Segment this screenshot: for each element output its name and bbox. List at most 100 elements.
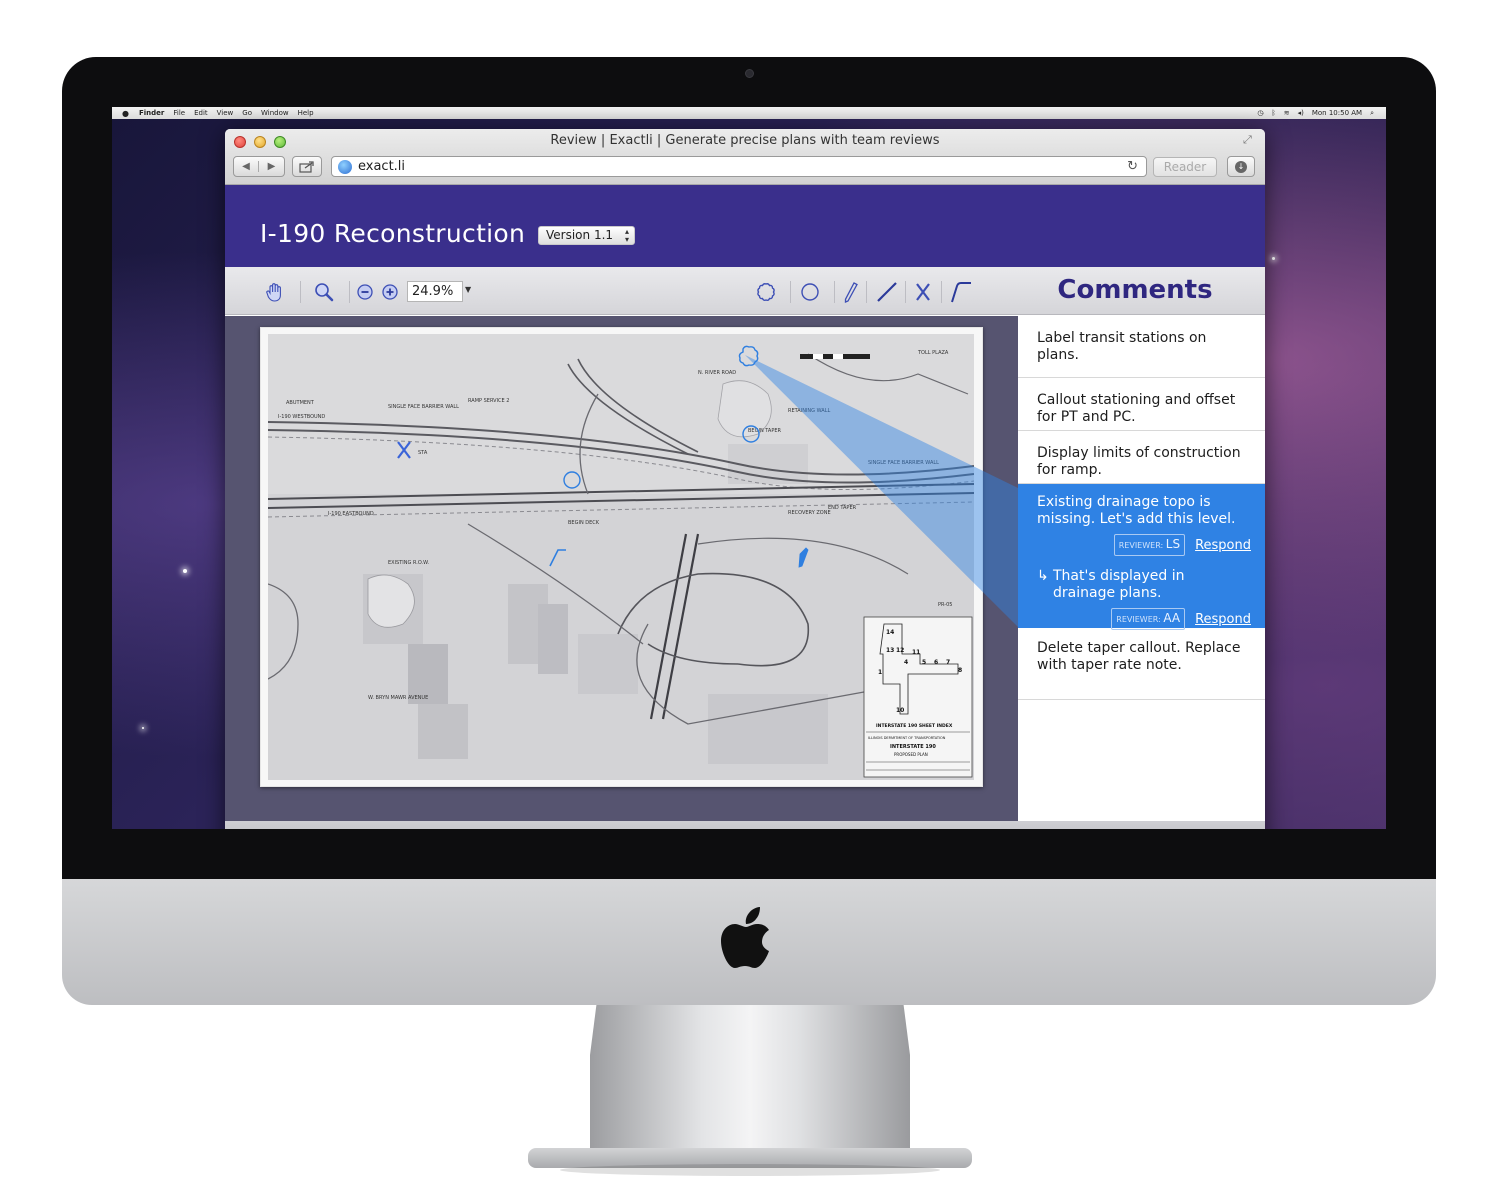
globe-icon (338, 159, 352, 174)
share-button[interactable] (292, 156, 322, 177)
app-header: I-190 Reconstruction Version 1.1 ▴ ▾ (225, 185, 1265, 267)
zoom-in-icon[interactable] (378, 280, 402, 304)
plan-label: I-190 WESTBOUND (278, 414, 325, 420)
reviewer-badge: REVIEWER: LS (1113, 534, 1186, 556)
plan-drawing[interactable]: ABUTMENT SINGLE FACE BARRIER WALL RAMP S… (268, 334, 974, 780)
plan-label: W. BRYN MAWR AVENUE (368, 695, 428, 701)
menubar-item-finder[interactable]: Finder (139, 109, 164, 117)
share-icon (299, 160, 314, 173)
volume-icon[interactable]: ◂) (1298, 109, 1304, 117)
hand-icon[interactable] (263, 280, 287, 304)
comment-text: Existing drainage topo is missing. Let's… (1037, 494, 1236, 527)
plan-label: PR-05 (938, 602, 952, 608)
menubar-item-view[interactable]: View (217, 109, 234, 117)
back-arrow-icon[interactable]: ◀ (234, 161, 260, 172)
title-block-sheet-name: PROPOSED PLAN (894, 752, 928, 757)
reviewer-row: REVIEWER: LS Respond (1037, 534, 1251, 556)
zoom-magnifier-icon[interactable] (312, 280, 336, 304)
title-block-agency: ILLINOIS DEPARTMENT OF TRANSPORTATION (868, 736, 946, 740)
comment-reply[interactable]: ↳ That's displayed in drainage plans. (1037, 568, 1247, 602)
index-number: 7 (946, 659, 950, 666)
menubar-clock[interactable]: Mon 10:50 AM (1312, 109, 1362, 117)
download-icon: ↓ (1235, 160, 1247, 173)
x-mark-icon[interactable] (911, 280, 935, 304)
toolbar-divider (790, 281, 791, 303)
index-number: 6 (934, 659, 938, 666)
url-text[interactable]: exact.li (358, 159, 405, 174)
plan-label: BEGIN DECK (568, 520, 600, 526)
index-number: 5 (922, 659, 926, 666)
camera (745, 69, 754, 78)
menubar-item-edit[interactable]: Edit (194, 109, 208, 117)
plan-label: SINGLE FACE BARRIER WALL (388, 404, 459, 410)
pencil-icon[interactable] (838, 280, 862, 304)
line-icon[interactable] (875, 280, 899, 304)
downloads-button[interactable]: ↓ (1227, 156, 1255, 177)
reviewer-row: REVIEWER: AA Respond (1037, 608, 1251, 630)
menubar-item-file[interactable]: File (173, 109, 185, 117)
version-select[interactable]: Version 1.1 ▴ ▾ (538, 226, 635, 245)
monitor-stand (590, 1005, 910, 1155)
comment-text: Delete taper callout. Replace with taper… (1037, 640, 1241, 673)
menubar-item-go[interactable]: Go (242, 109, 252, 117)
bluetooth-icon[interactable]: ᛒ (1272, 109, 1276, 117)
spotlight-icon[interactable]: ⌕ (1370, 109, 1374, 118)
comment-item[interactable]: Delete taper callout. Replace with taper… (1018, 628, 1265, 700)
index-number: 14 (886, 629, 894, 636)
plan-label: END TAPER (828, 505, 857, 511)
zoom-dropdown-icon[interactable]: ▼ (465, 285, 471, 294)
comment-text: Label transit stations on plans. (1037, 330, 1207, 363)
comment-item[interactable]: Label transit stations on plans. (1018, 316, 1265, 378)
plan-label: EXISTING R.O.W. (388, 560, 430, 566)
star (142, 727, 144, 729)
reviewer-prefix: REVIEWER: (1116, 615, 1161, 624)
plan-label: STA (418, 450, 428, 456)
zoom-out-icon[interactable] (353, 280, 377, 304)
comments-heading: Comments (1057, 275, 1213, 305)
imac-device: ● Finder File Edit View Go Window Help ◷… (0, 0, 1500, 1200)
comment-item[interactable]: Display limits of construction for ramp. (1018, 431, 1265, 484)
reader-button[interactable]: Reader (1153, 157, 1217, 177)
index-number: 4 (904, 659, 908, 666)
respond-link[interactable]: Respond (1195, 537, 1251, 554)
zoom-level-input[interactable]: 24.9% (407, 281, 463, 302)
plan-label: N. RIVER ROAD (698, 370, 736, 376)
plan-label: SINGLE FACE BARRIER WALL (868, 460, 939, 466)
apple-menu-icon[interactable]: ● (122, 109, 129, 118)
plan-sheet[interactable]: ABUTMENT SINGLE FACE BARRIER WALL RAMP S… (260, 327, 983, 787)
index-number: 8 (958, 667, 962, 674)
reviewer-initials: AA (1163, 611, 1181, 625)
reviewer-prefix: REVIEWER: (1118, 541, 1164, 550)
plan-label: TOLL PLAZA (917, 350, 949, 356)
desktop-screen: ● Finder File Edit View Go Window Help ◷… (112, 107, 1386, 829)
project-title: I-190 Reconstruction (260, 219, 526, 248)
toolbar-divider (834, 281, 835, 303)
plan-canvas[interactable]: ABUTMENT SINGLE FACE BARRIER WALL RAMP S… (225, 316, 1018, 821)
circle-shape-icon[interactable] (798, 280, 822, 304)
forward-arrow-icon[interactable]: ▶ (259, 161, 284, 172)
respond-link[interactable]: Respond (1195, 611, 1251, 628)
wifi-icon[interactable]: ≋ (1284, 109, 1290, 117)
comments-panel: Label transit stations on plans. Callout… (1018, 316, 1265, 821)
comment-text: Callout stationing and offset for PT and… (1037, 392, 1236, 425)
polyline-icon[interactable] (949, 280, 973, 304)
mac-menubar: ● Finder File Edit View Go Window Help ◷… (112, 107, 1386, 119)
comment-item[interactable]: Callout stationing and offset for PT and… (1018, 378, 1265, 431)
reload-icon[interactable]: ↻ (1127, 159, 1138, 174)
review-toolbar: 24.9% ▼ Comments (225, 267, 1265, 315)
fullscreen-icon[interactable]: ⤢ (1243, 133, 1257, 147)
menubar-item-help[interactable]: Help (298, 109, 314, 117)
version-select-value: Version 1.1 (546, 228, 614, 242)
address-bar[interactable]: exact.li ↻ (331, 156, 1147, 177)
index-number: 10 (896, 707, 904, 714)
window-bottom-strip (225, 821, 1265, 829)
menubar-item-window[interactable]: Window (261, 109, 289, 117)
toolbar-divider (866, 281, 867, 303)
cloud-shape-icon[interactable] (754, 280, 778, 304)
time-machine-icon[interactable]: ◷ (1257, 109, 1263, 117)
title-block-index-title: INTERSTATE 190 SHEET INDEX (876, 723, 953, 729)
toolbar-divider (905, 281, 906, 303)
comment-item-active[interactable]: Existing drainage topo is missing. Let's… (1018, 484, 1265, 630)
star (1272, 257, 1275, 260)
toolbar-divider (349, 281, 350, 303)
